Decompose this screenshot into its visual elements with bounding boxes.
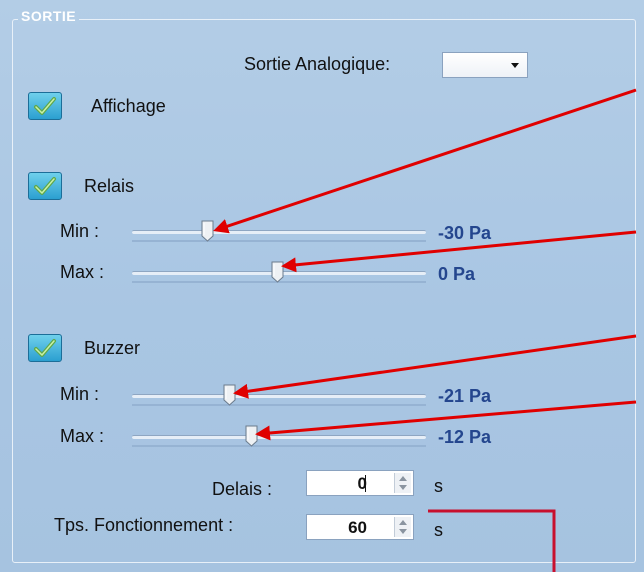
buzzer-min-slider-thumb[interactable] (223, 384, 236, 406)
buzzer-min-slider-groove (132, 404, 426, 406)
tps-fonctionnement-spinbox[interactable]: 60 (306, 514, 414, 540)
chevron-down-icon (511, 63, 519, 68)
relais-min-slider-groove (132, 240, 426, 242)
text-caret (365, 475, 366, 492)
relais-max-value: 0 Pa (438, 264, 476, 284)
analog-output-label: Sortie Analogique: (244, 54, 391, 74)
buzzer-min-slider-track[interactable] (132, 394, 426, 398)
spin-up-icon[interactable] (399, 520, 407, 525)
tps-fonctionnement-spin-buttons[interactable] (394, 517, 411, 537)
buzzer-max-slider-track[interactable] (132, 435, 426, 439)
delais-spin-buttons[interactable] (394, 473, 411, 493)
analog-output-select[interactable] (442, 52, 528, 78)
group-title: SORTIE (18, 8, 80, 24)
buzzer-min-label: Min : (60, 384, 100, 404)
relais-min-slider-track[interactable] (132, 230, 426, 234)
tps-fonctionnement-unit: s (434, 520, 443, 540)
buzzer-max-slider-thumb[interactable] (245, 425, 258, 447)
checkmark-icon (34, 339, 56, 357)
delais-label: Delais : (212, 479, 273, 499)
checkmark-icon (34, 177, 56, 195)
buzzer-max-label: Max : (60, 426, 105, 446)
buzzer-checkbox[interactable] (28, 334, 62, 362)
relais-max-label: Max : (60, 262, 105, 282)
relais-max-slider-thumb[interactable] (271, 261, 284, 283)
spin-up-icon[interactable] (399, 476, 407, 481)
sortie-panel: SORTIE Sortie Analogique: Affichage Rela… (0, 0, 644, 572)
buzzer-label: Buzzer (84, 338, 141, 358)
tps-fonctionnement-value: 60 (348, 518, 367, 537)
spin-down-icon[interactable] (399, 529, 407, 534)
spin-down-icon[interactable] (399, 485, 407, 490)
buzzer-max-slider-groove (132, 445, 426, 447)
buzzer-min-value: -21 Pa (438, 386, 492, 406)
relais-checkbox[interactable] (28, 172, 62, 200)
delais-spinbox[interactable]: 0 (306, 470, 414, 496)
relais-label: Relais (84, 176, 135, 196)
affichage-checkbox[interactable] (28, 92, 62, 120)
relais-min-slider-thumb[interactable] (201, 220, 214, 242)
affichage-label: Affichage (91, 96, 166, 116)
delais-unit: s (434, 476, 443, 496)
buzzer-max-value: -12 Pa (438, 427, 492, 447)
relais-min-label: Min : (60, 221, 100, 241)
relais-min-value: -30 Pa (438, 223, 492, 243)
checkmark-icon (34, 97, 56, 115)
tps-fonctionnement-label: Tps. Fonctionnement : (54, 515, 234, 535)
